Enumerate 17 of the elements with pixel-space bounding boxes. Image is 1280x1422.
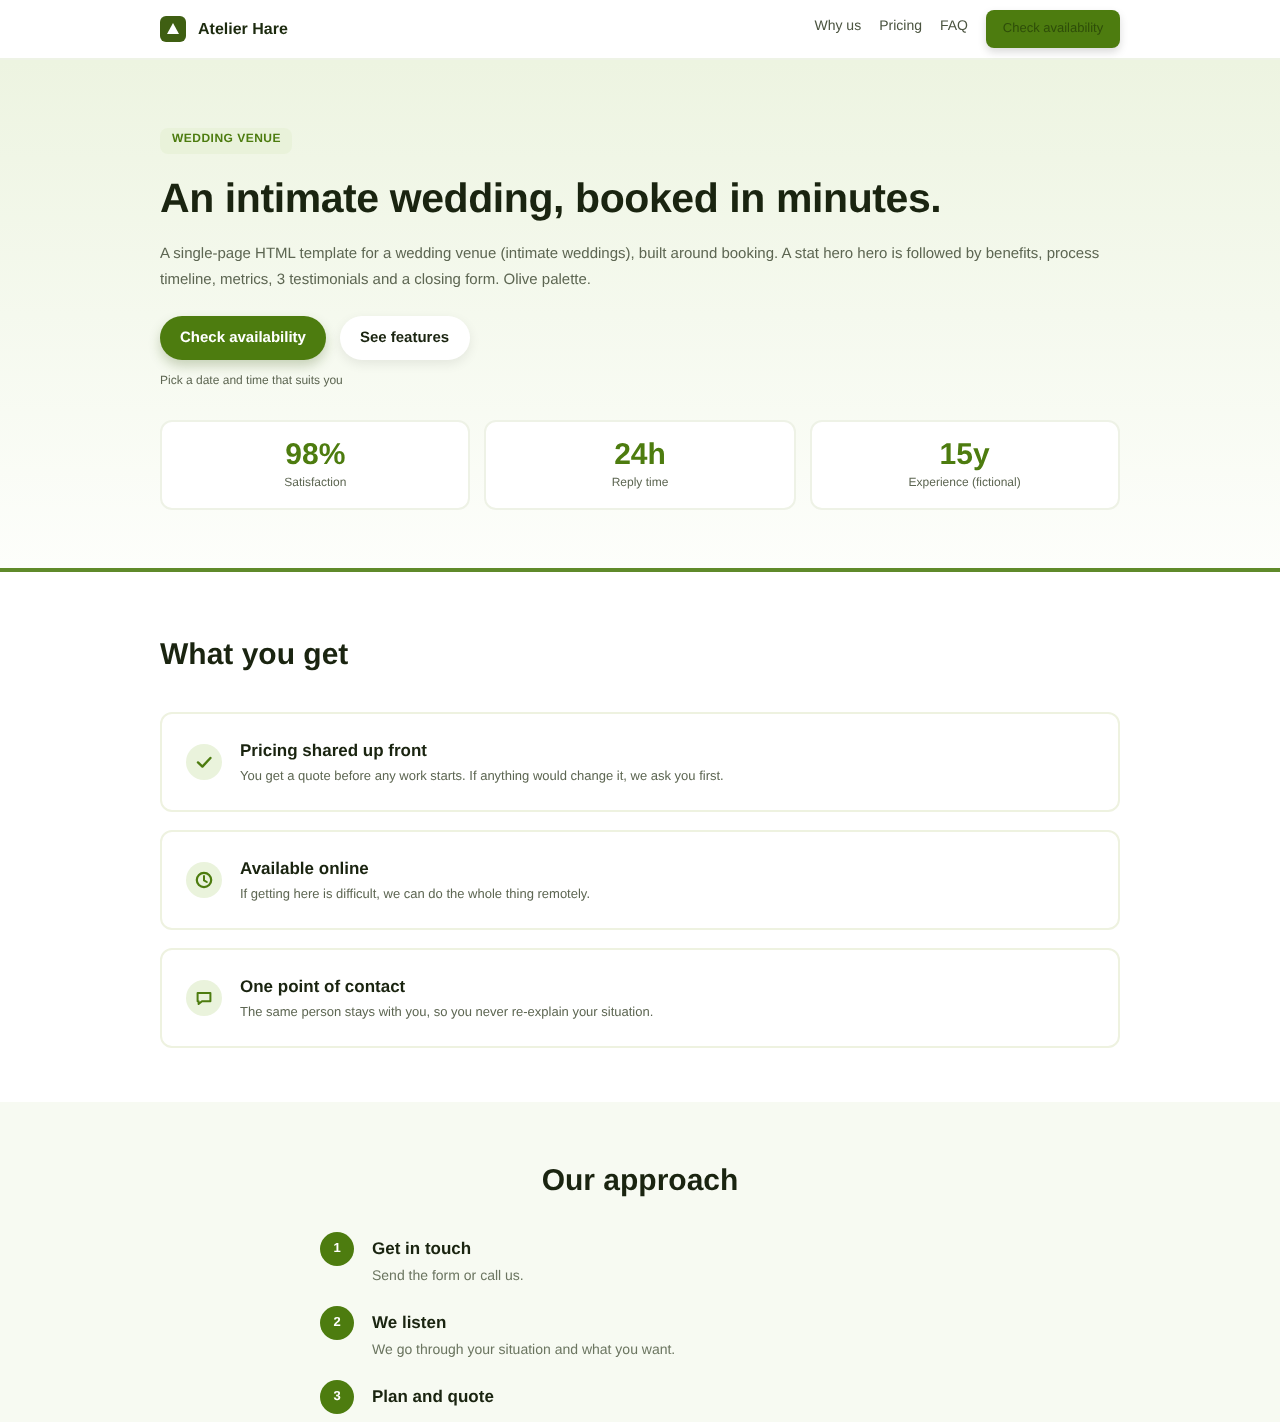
section-title: What you get (160, 636, 351, 676)
clock-icon (186, 862, 222, 898)
stat-value: 98% (285, 438, 346, 472)
hero-title: An intimate wedding, booked in minutes. (160, 174, 944, 226)
step-title: Get in touch (372, 1238, 474, 1260)
feature-title: Pricing shared up front (240, 739, 430, 761)
feature-title: One point of contact (240, 975, 408, 997)
section-title: Our approach (539, 1162, 741, 1202)
stat-value: 24h (614, 438, 666, 472)
stat-value: 15y (939, 438, 990, 472)
triangle-logo-icon (160, 16, 186, 42)
chat-bubble-icon (186, 980, 222, 1016)
step-title: Plan and quote (372, 1386, 494, 1408)
feature-title: Available online (240, 857, 371, 879)
step-title: We listen (372, 1312, 449, 1334)
check-icon (186, 744, 222, 780)
brand-name[interactable]: Atelier Hare (198, 17, 288, 41)
